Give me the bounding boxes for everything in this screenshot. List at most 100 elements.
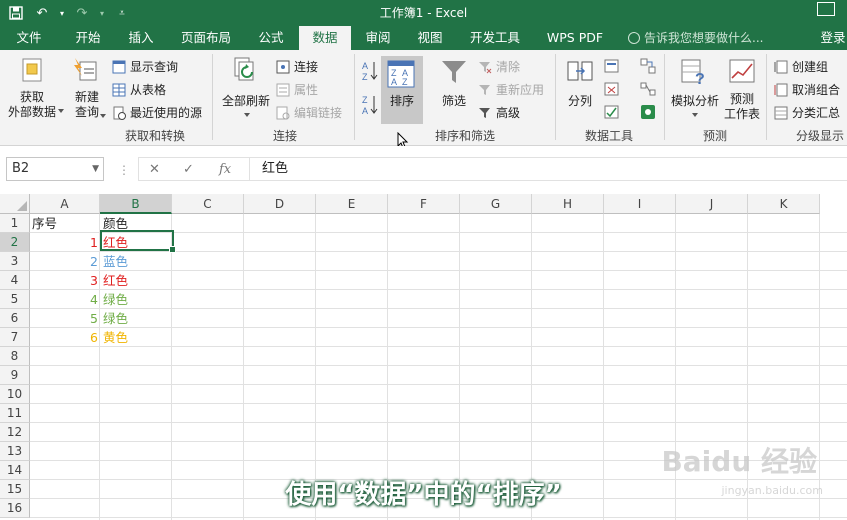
row-header-4[interactable]: 4 — [0, 271, 30, 290]
row-header-3[interactable]: 3 — [0, 252, 30, 271]
ribbon-separator — [555, 54, 556, 140]
column-header-a[interactable]: A — [30, 194, 100, 214]
cell-b7[interactable]: 黄色 — [103, 328, 128, 347]
tab-home[interactable]: 开始 — [64, 26, 112, 50]
tab-wps-pdf[interactable]: WPS PDF — [538, 26, 612, 50]
tab-file[interactable]: 文件 — [6, 26, 52, 50]
row-header-5[interactable]: 5 — [0, 290, 30, 309]
formula-bar-splitter-icon[interactable]: ⋮ — [118, 163, 130, 177]
row-header-1[interactable]: 1 — [0, 214, 30, 233]
row-header-11[interactable]: 11 — [0, 404, 30, 423]
active-cell-selection[interactable] — [100, 230, 176, 253]
column-header-d[interactable]: D — [244, 194, 316, 214]
insert-function-icon[interactable]: fx — [219, 162, 231, 177]
row-header-9[interactable]: 9 — [0, 366, 30, 385]
cell-b4[interactable]: 红色 — [103, 271, 128, 290]
sort-a-to-z-button[interactable]: AZ — [362, 60, 378, 85]
formula-buttons: ✕ ✓ fx — [138, 157, 250, 181]
filter-button[interactable]: 筛选 — [434, 92, 474, 109]
column-header-e[interactable]: E — [316, 194, 388, 214]
cell-a4[interactable]: 3 — [30, 271, 100, 290]
row-header-6[interactable]: 6 — [0, 309, 30, 328]
chevron-down-icon — [244, 113, 250, 117]
get-external-data-button[interactable]: 获取 外部数据 — [6, 90, 58, 120]
what-if-analysis-button[interactable]: 模拟分析 — [668, 92, 722, 109]
tab-data[interactable]: 数据 — [299, 26, 351, 50]
subtotal-icon — [774, 106, 788, 120]
tab-review[interactable]: 审阅 — [356, 26, 400, 50]
text-to-columns-button[interactable]: 分列 — [562, 92, 598, 109]
column-header-c[interactable]: C — [172, 194, 244, 214]
cell-b6[interactable]: 绿色 — [103, 309, 128, 328]
tell-me-box[interactable]: 告诉我您想要做什么... — [628, 26, 763, 50]
subtotal-label: 分类汇总 — [792, 106, 841, 120]
from-table-button[interactable]: 从表格 — [112, 81, 166, 98]
subtotal-button[interactable]: 分类汇总 — [774, 104, 840, 121]
row-header-7[interactable]: 7 — [0, 328, 30, 347]
cell-a3[interactable]: 2 — [30, 252, 100, 271]
flash-fill-icon[interactable] — [604, 58, 620, 74]
cancel-icon[interactable]: ✕ — [149, 162, 160, 177]
cell-a1[interactable]: 序号 — [32, 214, 57, 233]
sign-in-link[interactable]: 登录 — [818, 26, 847, 50]
row-header-13[interactable]: 13 — [0, 442, 30, 461]
recent-sources-button[interactable]: 最近使用的源 — [112, 104, 202, 121]
reapply-button[interactable]: 重新应用 — [478, 81, 544, 98]
ungroup-button[interactable]: 取消组合 — [774, 81, 840, 98]
column-header-g[interactable]: G — [460, 194, 532, 214]
tab-insert[interactable]: 插入 — [118, 26, 164, 50]
row-header-10[interactable]: 10 — [0, 385, 30, 404]
show-queries-button[interactable]: 显示查询 — [112, 58, 178, 75]
grid-row-line — [30, 365, 847, 366]
properties-button[interactable]: 属性 — [276, 81, 318, 98]
chevron-down-icon[interactable]: ▼ — [92, 158, 99, 180]
cell-b3[interactable]: 蓝色 — [103, 252, 128, 271]
enter-icon[interactable]: ✓ — [183, 162, 194, 177]
advanced-filter-button[interactable]: 高级 — [478, 104, 520, 121]
remove-duplicates-icon[interactable] — [604, 81, 620, 97]
name-box[interactable]: B2 ▼ — [6, 157, 104, 181]
what-if-analysis-icon: ? — [681, 59, 705, 86]
row-header-12[interactable]: 12 — [0, 423, 30, 442]
svg-text:A: A — [391, 77, 397, 87]
cell-a6[interactable]: 5 — [30, 309, 100, 328]
refresh-all-icon — [234, 57, 254, 81]
cell-a2[interactable]: 1 — [30, 233, 100, 252]
from-table-label: 从表格 — [130, 83, 167, 97]
forecast-sheet-button[interactable]: 预测 工作表 — [722, 92, 762, 122]
external-data-icon — [22, 58, 42, 82]
tab-page-layout[interactable]: 页面布局 — [170, 26, 242, 50]
column-header-h[interactable]: H — [532, 194, 604, 214]
column-header-j[interactable]: J — [676, 194, 748, 214]
clear-filter-button[interactable]: 清除 — [478, 58, 520, 75]
column-header-b[interactable]: B — [100, 194, 172, 214]
group-button[interactable]: 创建组 — [774, 58, 828, 75]
clear-filter-icon — [479, 62, 492, 74]
tab-view[interactable]: 视图 — [406, 26, 454, 50]
column-header-i[interactable]: I — [604, 194, 676, 214]
cell-b5[interactable]: 绿色 — [103, 290, 128, 309]
edit-links-button[interactable]: 编辑链接 — [276, 104, 342, 121]
column-header-k[interactable]: K — [748, 194, 820, 214]
grid-row-line — [30, 403, 847, 404]
grid-row-line — [30, 422, 847, 423]
sort-z-to-a-button[interactable]: ZA — [362, 94, 378, 119]
select-all-button[interactable] — [0, 194, 30, 214]
tab-developer[interactable]: 开发工具 — [462, 26, 528, 50]
data-validation-icon[interactable] — [604, 104, 620, 120]
tab-formulas[interactable]: 公式 — [248, 26, 294, 50]
manage-data-model-icon[interactable] — [640, 104, 656, 120]
restore-window-icon[interactable] — [817, 2, 835, 16]
cell-a7[interactable]: 6 — [30, 328, 100, 347]
cell-a5[interactable]: 4 — [30, 290, 100, 309]
relationships-icon[interactable] — [640, 81, 656, 97]
consolidate-icon[interactable] — [640, 58, 656, 74]
column-header-f[interactable]: F — [388, 194, 460, 214]
sort-button[interactable]: 排序 — [383, 92, 421, 109]
connections-button[interactable]: 连接 — [276, 58, 318, 75]
row-header-8[interactable]: 8 — [0, 347, 30, 366]
formula-input[interactable]: 红色 — [250, 157, 847, 181]
refresh-all-button[interactable]: 全部刷新 — [220, 92, 272, 109]
row-header-2[interactable]: 2 — [0, 233, 30, 252]
tell-me-text: 告诉我您想要做什么... — [644, 31, 764, 45]
